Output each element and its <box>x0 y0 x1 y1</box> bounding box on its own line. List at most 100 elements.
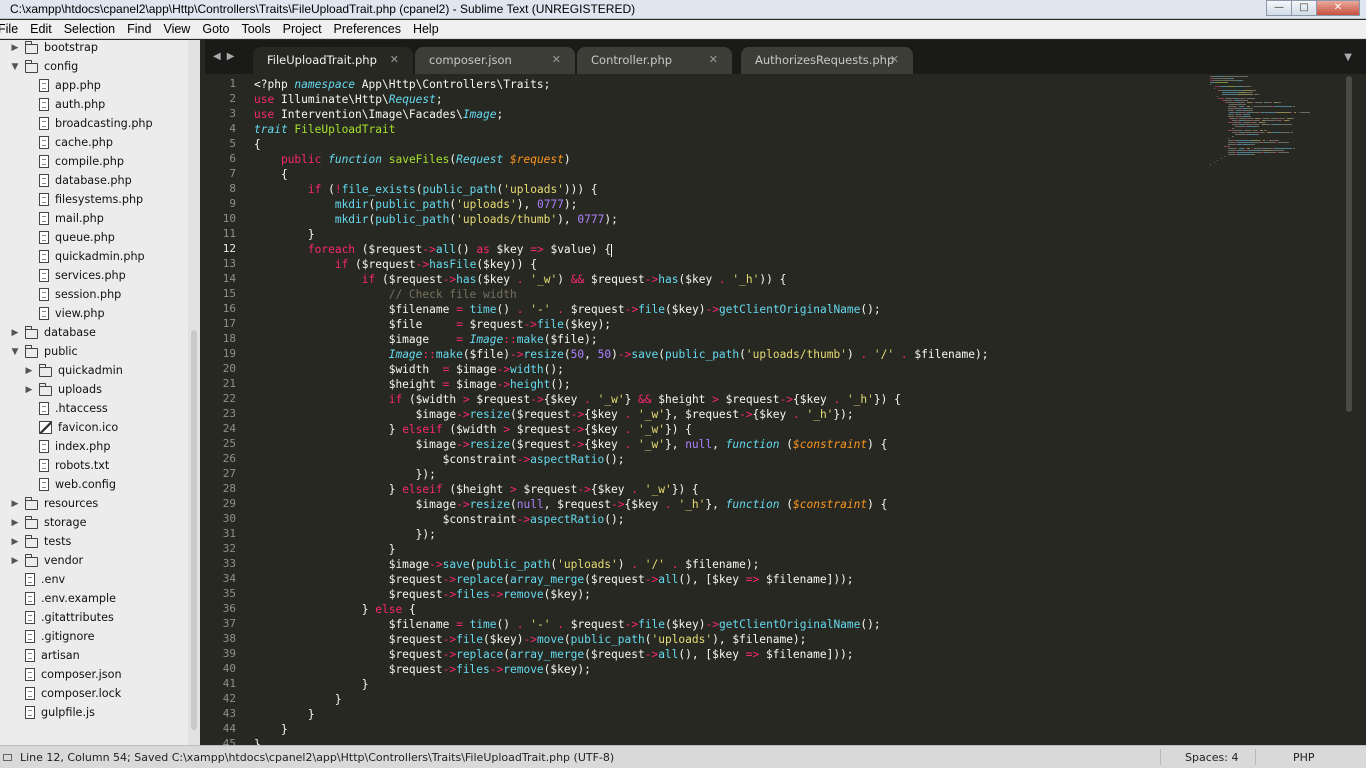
chevron-right-icon[interactable]: ▶ <box>10 518 20 528</box>
code-line[interactable]: } <box>254 677 369 692</box>
menu-edit[interactable]: Edit <box>30 22 52 36</box>
tab-nav-arrows-icon[interactable]: ◀▶ <box>213 51 240 62</box>
sidebar-item-services-php[interactable]: services.php <box>24 266 126 285</box>
sidebar-item-view-php[interactable]: view.php <box>24 304 105 323</box>
syntax-setting[interactable]: PHP <box>1293 751 1315 764</box>
code-line[interactable]: if ($width > $request->{$key . '_w'} && … <box>254 392 901 407</box>
sidebar-item-broadcasting-php[interactable]: broadcasting.php <box>24 114 153 133</box>
sidebar-item-favicon-ico[interactable]: favicon.ico <box>24 418 118 437</box>
code-line[interactable]: $image = Image::make($file); <box>254 332 598 347</box>
chevron-right-icon[interactable]: ▶ <box>24 385 34 395</box>
code-line[interactable]: <?php namespace App\Http\Controllers\Tra… <box>254 77 550 92</box>
close-icon[interactable]: ✕ <box>890 53 899 66</box>
sidebar-item-bootstrap[interactable]: ▶ bootstrap <box>10 40 98 57</box>
code-line[interactable]: use Illuminate\Http\Request; <box>254 92 443 107</box>
code-line[interactable]: if ($request->hasFile($key)) { <box>254 257 537 272</box>
code-line[interactable]: } <box>254 722 288 737</box>
sidebar-item-app-php[interactable]: app.php <box>24 76 101 95</box>
tab-composer-json[interactable]: composer.json ✕ <box>415 47 575 74</box>
chevron-down-icon[interactable]: ▼ <box>10 62 20 72</box>
indentation-setting[interactable]: Spaces: 4 <box>1185 751 1238 764</box>
sidebar-item-public[interactable]: ▼ public <box>10 342 78 361</box>
code-line[interactable]: $width = $image->width(); <box>254 362 564 377</box>
sidebar-item-queue-php[interactable]: queue.php <box>24 228 115 247</box>
sidebar-item-filesystems-php[interactable]: filesystems.php <box>24 190 143 209</box>
menu-file[interactable]: File <box>0 22 18 36</box>
editor-scroll-thumb[interactable] <box>1346 76 1352 412</box>
code-line[interactable]: } <box>254 542 396 557</box>
code-line[interactable]: Image::make($file)->resize(50, 50)->save… <box>254 347 989 362</box>
code-line[interactable]: trait FileUploadTrait <box>254 122 395 137</box>
code-line[interactable]: { <box>254 137 261 152</box>
menu-view[interactable]: View <box>163 22 190 36</box>
tab-fileuploadtrait[interactable]: FileUploadTrait.php ✕ <box>253 47 413 74</box>
tab-controller[interactable]: Controller.php ✕ <box>577 47 732 74</box>
sidebar-item-env[interactable]: .env <box>10 570 65 589</box>
code-line[interactable]: } <box>254 707 315 722</box>
chevron-right-icon[interactable]: ▶ <box>10 499 20 509</box>
code-line[interactable]: use Intervention\Image\Facades\Image; <box>254 107 503 122</box>
menu-preferences[interactable]: Preferences <box>334 22 401 36</box>
sidebar-item-vendor[interactable]: ▶ vendor <box>10 551 83 570</box>
editor-scrollbar[interactable] <box>1343 74 1355 745</box>
code-line[interactable]: } else { <box>254 602 416 617</box>
code-line[interactable]: { <box>254 167 288 182</box>
menu-tools[interactable]: Tools <box>241 22 270 36</box>
code-line[interactable]: $request->files->remove($key); <box>254 662 591 677</box>
code-line[interactable]: // Check file width <box>254 287 517 302</box>
code-line[interactable]: $filename = time() . '-' . $request->fil… <box>254 617 881 632</box>
sidebar-item-htaccess[interactable]: .htaccess <box>24 399 108 418</box>
menu-goto[interactable]: Goto <box>202 22 229 36</box>
code-line[interactable]: mkdir(public_path('uploads'), 0777); <box>254 197 578 212</box>
code-line[interactable]: $filename = time() . '-' . $request->fil… <box>254 302 881 317</box>
sidebar-item-index-php[interactable]: index.php <box>24 437 110 456</box>
sidebar-item-uploads[interactable]: ▶ uploads <box>24 380 102 399</box>
code-line[interactable]: $request->replace(array_merge($request->… <box>254 572 854 587</box>
code-line[interactable]: $height = $image->height(); <box>254 377 571 392</box>
chevron-right-icon[interactable]: ▶ <box>10 537 20 547</box>
tab-menu-icon[interactable]: ▼ <box>1344 52 1352 63</box>
chevron-down-icon[interactable]: ▼ <box>10 347 20 357</box>
close-icon[interactable]: ✕ <box>709 53 718 66</box>
code-line[interactable]: }); <box>254 527 436 542</box>
code-line[interactable]: if ($request->has($key . '_w') && $reque… <box>254 272 787 287</box>
sidebar-item-artisan[interactable]: artisan <box>10 646 80 665</box>
code-line[interactable]: } elseif ($width > $request->{$key . '_w… <box>254 422 692 437</box>
code-line[interactable]: if (!file_exists(public_path('uploads'))… <box>254 182 598 197</box>
sidebar-item-mail-php[interactable]: mail.php <box>24 209 104 228</box>
close-icon[interactable]: ✕ <box>390 53 399 66</box>
code-line[interactable]: } <box>254 227 315 242</box>
code-line[interactable]: $image->resize(null, $request->{$key . '… <box>254 497 888 512</box>
close-icon[interactable]: ✕ <box>552 53 561 66</box>
chevron-right-icon[interactable]: ▶ <box>10 556 20 566</box>
code-line[interactable]: $image->resize($request->{$key . '_w'}, … <box>254 407 854 422</box>
code-line[interactable]: $request->files->remove($key); <box>254 587 591 602</box>
code-line[interactable]: $constraint->aspectRatio(); <box>254 512 625 527</box>
sidebar-item-tests[interactable]: ▶ tests <box>10 532 71 551</box>
minimap[interactable] <box>1206 74 1336 194</box>
sidebar-item-robots-txt[interactable]: robots.txt <box>24 456 109 475</box>
sidebar-item-gulpfile-js[interactable]: gulpfile.js <box>10 703 95 722</box>
code-line[interactable]: } elseif ($height > $request->{$key . '_… <box>254 482 699 497</box>
code-line[interactable]: foreach ($request->all() as $key => $val… <box>254 242 613 257</box>
sidebar-item-database[interactable]: ▶ database <box>10 323 96 342</box>
sidebar-item-quickadmin[interactable]: ▶ quickadmin <box>24 361 123 380</box>
sidebar-item-env-example[interactable]: .env.example <box>10 589 116 608</box>
sidebar-item-session-php[interactable]: session.php <box>24 285 121 304</box>
close-icon[interactable]: ✕ <box>1316 0 1360 16</box>
chevron-right-icon[interactable]: ▶ <box>24 366 34 376</box>
panel-toggle-icon[interactable] <box>3 754 12 761</box>
menu-help[interactable]: Help <box>413 22 439 36</box>
sidebar-item-quickadmin-php[interactable]: quickadmin.php <box>24 247 145 266</box>
chevron-right-icon[interactable]: ▶ <box>10 328 20 338</box>
minimize-icon[interactable]: — <box>1266 0 1292 16</box>
code-line[interactable]: }); <box>254 467 436 482</box>
sidebar-item-auth-php[interactable]: auth.php <box>24 95 105 114</box>
sidebar-item-gitattributes[interactable]: .gitattributes <box>10 608 114 627</box>
code-line[interactable]: } <box>254 737 261 745</box>
code-line[interactable]: $request->replace(array_merge($request->… <box>254 647 854 662</box>
tab-authorizesrequests[interactable]: AuthorizesRequests.php ✕ <box>741 47 913 74</box>
sidebar-item-compile-php[interactable]: compile.php <box>24 152 124 171</box>
sidebar-item-composer-lock[interactable]: composer.lock <box>10 684 121 703</box>
sidebar-item-cache-php[interactable]: cache.php <box>24 133 113 152</box>
